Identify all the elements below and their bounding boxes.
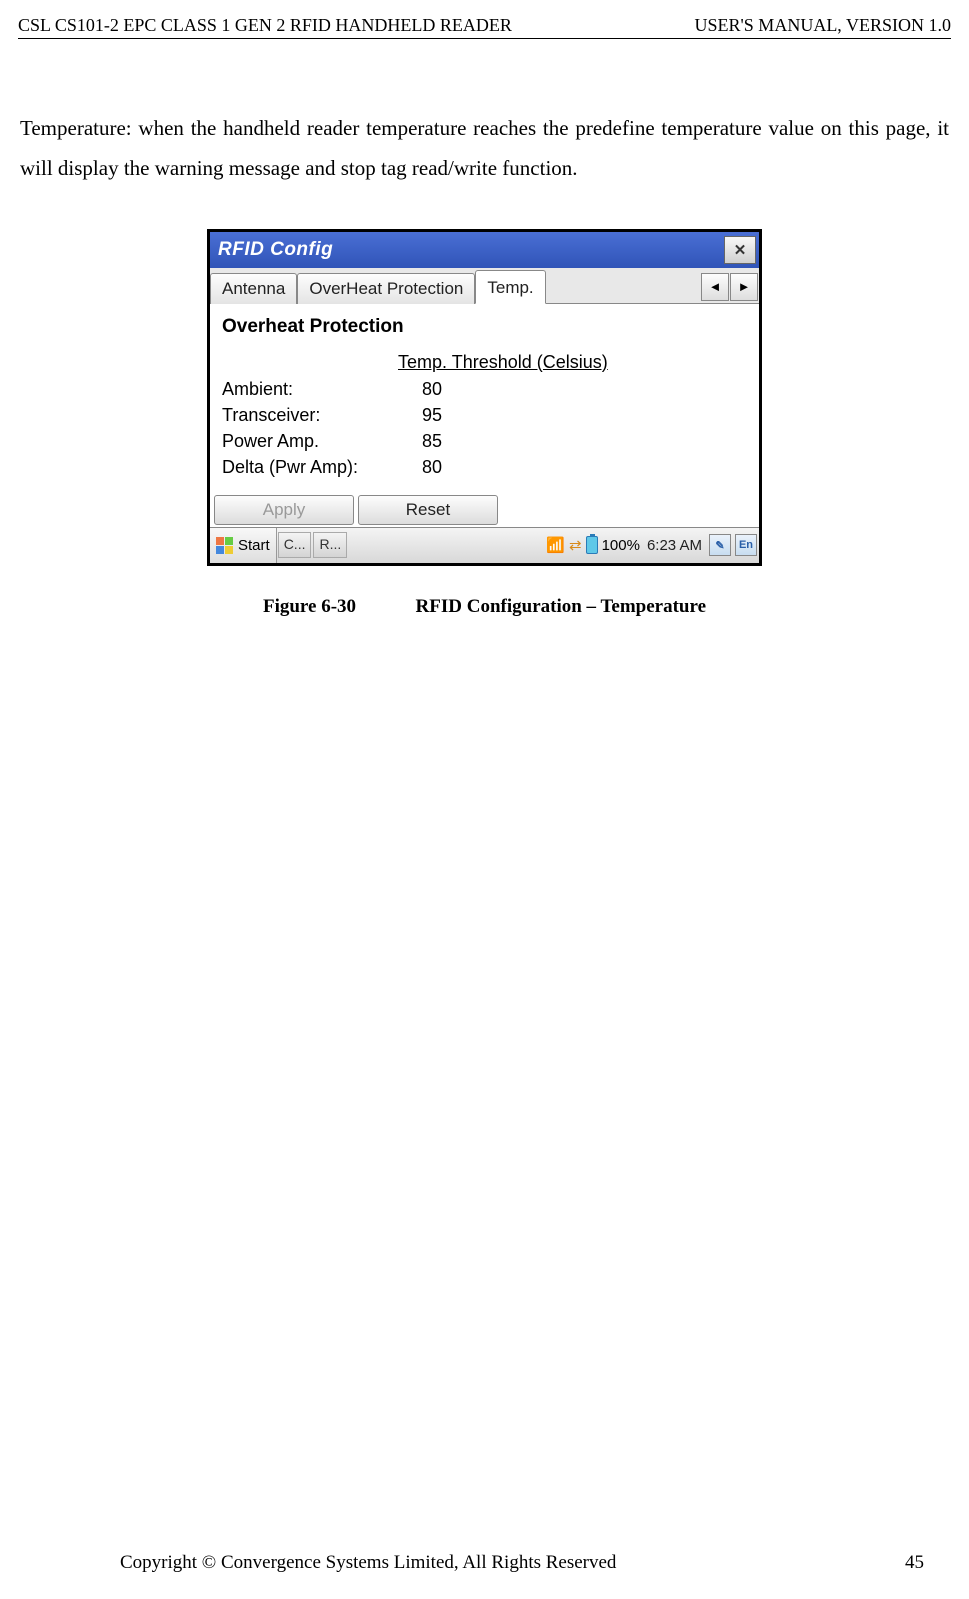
network-icon[interactable]: 📶 <box>546 536 565 554</box>
start-button[interactable]: Start <box>210 528 277 563</box>
tab-content: Overheat Protection Temp. Threshold (Cel… <box>210 304 759 489</box>
taskbar-app-2[interactable]: R... <box>313 532 347 558</box>
system-tray: 📶 ⇄ 100% 6:23 AM ✎ En <box>348 534 759 556</box>
tab-scroll-left[interactable]: ◄ <box>701 273 729 301</box>
label-delta: Delta (Pwr Amp): <box>222 457 422 478</box>
rfid-config-window: RFID Config ✕ Antenna OverHeat Protectio… <box>207 229 762 566</box>
row-ambient: Ambient: 80 <box>222 379 751 400</box>
tab-strip: Antenna OverHeat Protection Temp. ◄ ► <box>210 268 759 304</box>
reset-button[interactable]: Reset <box>358 495 498 525</box>
figure-number: Figure 6-30 <box>263 596 356 617</box>
close-icon: ✕ <box>734 241 747 259</box>
tab-overheat-protection[interactable]: OverHeat Protection <box>297 273 475 304</box>
value-ambient: 80 <box>422 379 442 400</box>
chevron-right-icon: ► <box>738 279 751 294</box>
titlebar: RFID Config ✕ <box>210 232 759 268</box>
copyright-text: Copyright © Convergence Systems Limited,… <box>120 1552 616 1574</box>
description-text: Temperature: when the handheld reader te… <box>18 109 951 189</box>
label-ambient: Ambient: <box>222 379 422 400</box>
clock[interactable]: 6:23 AM <box>647 537 702 554</box>
battery-percent: 100% <box>602 537 640 554</box>
value-transceiver: 95 <box>422 405 442 426</box>
chevron-left-icon: ◄ <box>709 279 722 294</box>
page-number: 45 <box>905 1552 924 1574</box>
section-heading: Overheat Protection <box>222 316 751 338</box>
windows-logo-icon <box>216 537 233 554</box>
figure-wrapper: RFID Config ✕ Antenna OverHeat Protectio… <box>18 229 951 566</box>
tab-scroll-right[interactable]: ► <box>730 273 758 301</box>
battery-icon[interactable] <box>586 536 598 554</box>
column-header: Temp. Threshold (Celsius) <box>398 352 751 373</box>
taskbar-app-1[interactable]: C... <box>278 532 312 558</box>
close-button[interactable]: ✕ <box>724 236 756 264</box>
row-transceiver: Transceiver: 95 <box>222 405 751 426</box>
sync-icon[interactable]: ⇄ <box>569 536 582 554</box>
tab-antenna[interactable]: Antenna <box>210 273 297 304</box>
ime-button[interactable]: En <box>735 534 757 556</box>
taskbar: Start C... R... 📶 ⇄ 100% 6:23 AM ✎ En <box>210 527 759 563</box>
figure-title: RFID Configuration – Temperature <box>416 596 706 617</box>
header-left: CSL CS101-2 EPC CLASS 1 GEN 2 RFID HANDH… <box>18 15 512 36</box>
value-power-amp: 85 <box>422 431 442 452</box>
button-bar: Apply Reset <box>210 493 759 527</box>
tab-temp[interactable]: Temp. <box>475 270 545 304</box>
figure-caption: Figure 6-30 RFID Configuration – Tempera… <box>18 596 951 618</box>
label-power-amp: Power Amp. <box>222 431 422 452</box>
page-header: CSL CS101-2 EPC CLASS 1 GEN 2 RFID HANDH… <box>18 15 951 39</box>
value-delta: 80 <box>422 457 442 478</box>
header-right: USER'S MANUAL, VERSION 1.0 <box>695 15 951 36</box>
apply-button: Apply <box>214 495 354 525</box>
row-power-amp: Power Amp. 85 <box>222 431 751 452</box>
label-transceiver: Transceiver: <box>222 405 422 426</box>
window-title: RFID Config <box>218 239 724 261</box>
start-label: Start <box>238 537 270 554</box>
page-footer: Copyright © Convergence Systems Limited,… <box>0 1552 969 1574</box>
row-delta: Delta (Pwr Amp): 80 <box>222 457 751 478</box>
tray-button-1[interactable]: ✎ <box>709 534 731 556</box>
